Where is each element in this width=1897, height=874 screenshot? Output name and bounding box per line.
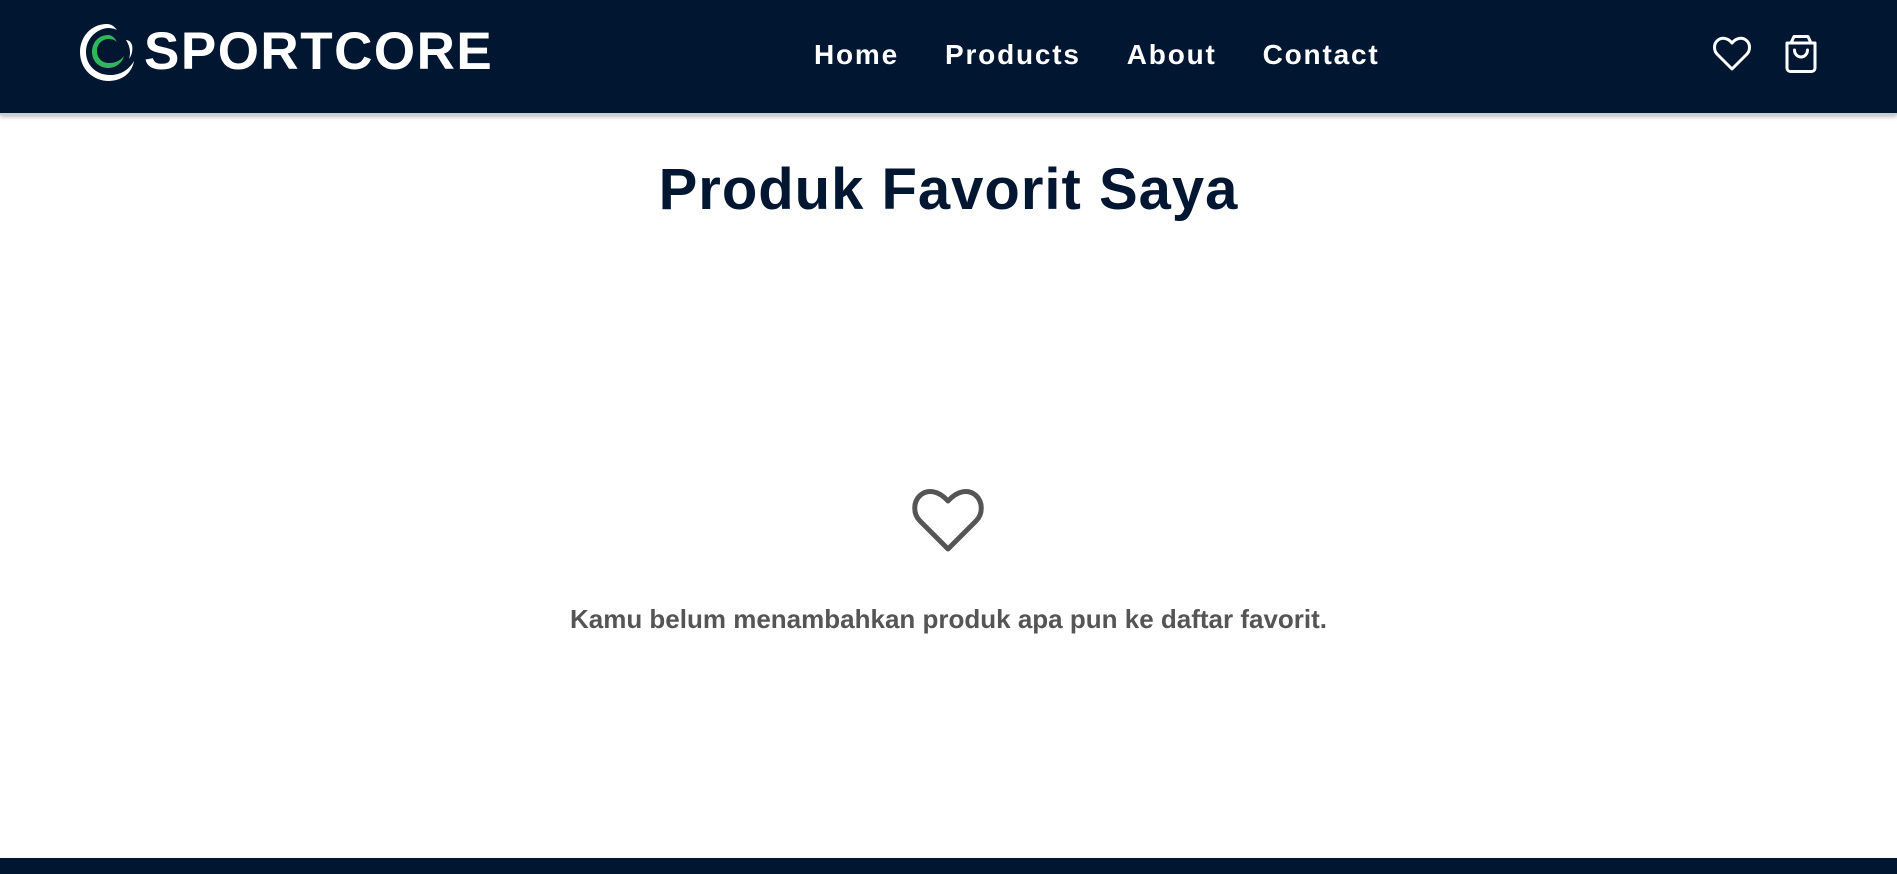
nav-icon-group [1710, 32, 1823, 76]
heart-icon [1713, 36, 1751, 71]
brand-logo-link[interactable]: SPORTCORE [78, 20, 493, 84]
heart-outline-icon [912, 488, 984, 552]
swirl-logo-icon [80, 24, 134, 81]
top-navbar: SPORTCORE Home Products About Contact [0, 0, 1897, 115]
footer [0, 858, 1897, 874]
page-title: Produk Favorit Saya [658, 157, 1239, 222]
nav-home-link[interactable]: Home [814, 36, 899, 74]
cart-button[interactable] [1779, 32, 1823, 76]
main-nav: Home Products About Contact [814, 36, 1379, 74]
brand-name: SPORTCORE [144, 22, 494, 81]
nav-products-link[interactable]: Products [945, 36, 1081, 74]
shopping-bag-icon [1785, 35, 1817, 73]
nav-about-link[interactable]: About [1127, 36, 1217, 74]
nav-contact-link[interactable]: Contact [1263, 36, 1380, 74]
favorites-button[interactable] [1710, 32, 1754, 76]
empty-favorites-message: Kamu belum menambahkan produk apa pun ke… [569, 604, 1328, 634]
